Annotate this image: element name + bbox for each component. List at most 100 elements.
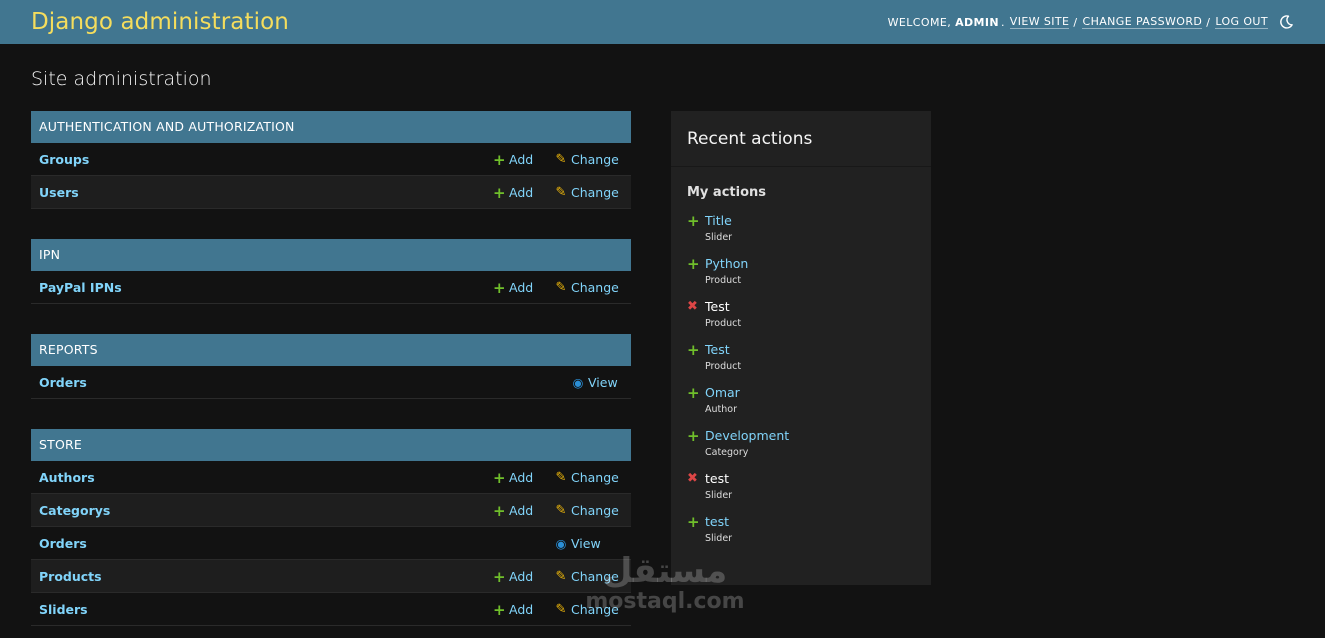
- add-link[interactable]: + Add: [493, 143, 533, 176]
- pencil-icon: ✎: [555, 185, 567, 200]
- pencil-icon: ✎: [555, 602, 567, 617]
- add-link[interactable]: + Add: [493, 461, 533, 494]
- action-item: + Python Product: [687, 255, 931, 298]
- app-caption[interactable]: REPORTS: [31, 334, 631, 366]
- model-row: Categorys + Add ✎ Change: [31, 494, 631, 527]
- period: .: [1000, 15, 1009, 29]
- deleted-object-name: Test: [705, 299, 730, 314]
- action-item: + Omar Author: [687, 384, 931, 427]
- add-label: Add: [509, 602, 534, 617]
- pencil-icon: ✎: [555, 503, 567, 518]
- change-link[interactable]: ✎ Change: [555, 494, 619, 527]
- my-actions-heading: My actions: [687, 185, 767, 200]
- watermark-latin: mostaql.com: [585, 589, 745, 614]
- plus-icon: +: [687, 427, 700, 445]
- app-module-auth: AUTHENTICATION AND AUTHORIZATION Groups …: [31, 111, 631, 209]
- action-link[interactable]: Development: [705, 428, 789, 443]
- user-tools: WELCOME, ADMIN . VIEW SITE / CHANGE PASS…: [888, 14, 1294, 30]
- model-link[interactable]: Groups: [31, 152, 89, 167]
- separator: /: [1206, 15, 1211, 29]
- action-type: Slider: [705, 232, 733, 243]
- model-link[interactable]: Authors: [31, 470, 95, 485]
- site-branding[interactable]: Django administration: [31, 9, 289, 35]
- plus-icon: +: [687, 255, 700, 273]
- model-row: Authors + Add ✎ Change: [31, 461, 631, 494]
- model-link[interactable]: Products: [31, 569, 102, 584]
- model-link[interactable]: Users: [31, 185, 79, 200]
- add-label: Add: [509, 470, 534, 485]
- model-link[interactable]: Orders: [31, 536, 87, 551]
- action-list: + Title Slider + Python Product ✖ Test P…: [671, 212, 931, 556]
- action-link[interactable]: Omar: [705, 385, 740, 400]
- add-link[interactable]: + Add: [493, 176, 533, 209]
- model-row: Orders ◉ View: [31, 527, 631, 560]
- log-out-link[interactable]: LOG OUT: [1215, 15, 1268, 29]
- action-type: Product: [705, 361, 742, 372]
- eye-icon: ◉: [572, 375, 584, 390]
- plus-icon: +: [493, 183, 506, 202]
- app-caption[interactable]: AUTHENTICATION AND AUTHORIZATION: [31, 111, 631, 143]
- pencil-icon: ✎: [555, 569, 567, 584]
- plus-icon: +: [493, 150, 506, 169]
- deleted-object-name: test: [705, 471, 730, 486]
- plus-icon: +: [493, 278, 506, 297]
- action-type: Slider: [705, 490, 733, 501]
- username: ADMIN: [955, 15, 999, 29]
- model-row: Sliders + Add ✎ Change: [31, 593, 631, 626]
- change-link[interactable]: ✎ Change: [555, 143, 619, 176]
- pencil-icon: ✎: [555, 470, 567, 485]
- model-row: Products + Add ✎ Change: [31, 560, 631, 593]
- recent-actions-panel: Recent actions My actions + Title Slider…: [671, 111, 931, 585]
- action-item: ✖ test Slider: [687, 470, 931, 513]
- change-link[interactable]: ✎ Change: [555, 271, 619, 304]
- add-link[interactable]: + Add: [493, 593, 533, 626]
- page-title: Site administration: [31, 68, 212, 90]
- action-link[interactable]: Test: [705, 342, 730, 357]
- action-item: + test Slider: [687, 513, 931, 556]
- pencil-icon: ✎: [555, 280, 567, 295]
- model-row: Users + Add ✎ Change: [31, 176, 631, 209]
- action-item: + Test Product: [687, 341, 931, 384]
- change-label: Change: [571, 470, 619, 485]
- add-label: Add: [509, 569, 534, 584]
- plus-icon: +: [493, 600, 506, 619]
- model-link[interactable]: Orders: [31, 375, 87, 390]
- add-label: Add: [509, 280, 534, 295]
- eye-icon: ◉: [555, 536, 567, 551]
- add-label: Add: [509, 503, 534, 518]
- plus-icon: +: [687, 384, 700, 402]
- view-site-link[interactable]: VIEW SITE: [1009, 15, 1070, 29]
- plus-icon: +: [493, 468, 506, 487]
- separator: /: [1073, 15, 1078, 29]
- change-label: Change: [571, 185, 619, 200]
- add-link[interactable]: + Add: [493, 560, 533, 593]
- action-type: Author: [705, 404, 737, 415]
- action-type: Slider: [705, 533, 733, 544]
- action-item: + Development Category: [687, 427, 931, 470]
- app-caption[interactable]: STORE: [31, 429, 631, 461]
- action-item: ✖ Test Product: [687, 298, 931, 341]
- plus-icon: +: [493, 567, 506, 586]
- app-caption[interactable]: IPN: [31, 239, 631, 271]
- change-link[interactable]: ✎ Change: [555, 461, 619, 494]
- action-link[interactable]: Title: [705, 213, 732, 228]
- app-module-store: STORE Authors + Add ✎ Change Categorys + Ad…: [31, 429, 631, 626]
- add-link[interactable]: + Add: [493, 494, 533, 527]
- action-link[interactable]: Python: [705, 256, 748, 271]
- moon-icon[interactable]: [1278, 14, 1294, 30]
- action-type: Category: [705, 447, 749, 458]
- add-label: Add: [509, 185, 534, 200]
- model-link[interactable]: Sliders: [31, 602, 88, 617]
- view-link[interactable]: ◉ View: [572, 366, 618, 399]
- action-link[interactable]: test: [705, 514, 729, 529]
- change-password-link[interactable]: CHANGE PASSWORD: [1082, 15, 1203, 29]
- model-link[interactable]: PayPal IPNs: [31, 280, 122, 295]
- delete-icon: ✖: [687, 299, 698, 314]
- add-link[interactable]: + Add: [493, 271, 533, 304]
- model-link[interactable]: Categorys: [31, 503, 110, 518]
- watermark-arabic: مستقل: [602, 551, 728, 591]
- delete-icon: ✖: [687, 471, 698, 486]
- change-label: Change: [571, 152, 619, 167]
- welcome-text: WELCOME,: [887, 15, 952, 29]
- change-link[interactable]: ✎ Change: [555, 176, 619, 209]
